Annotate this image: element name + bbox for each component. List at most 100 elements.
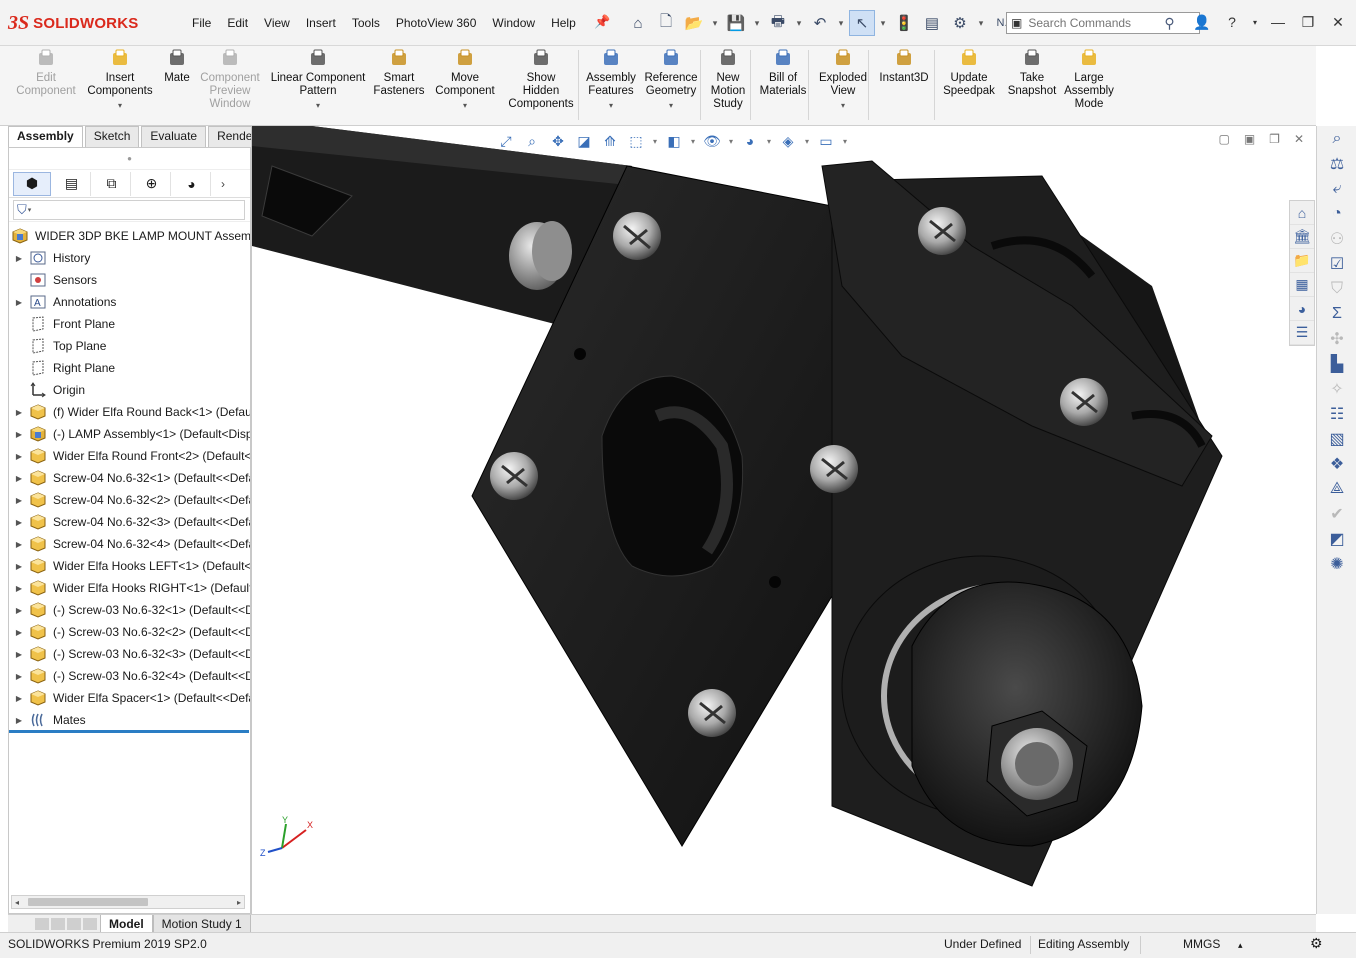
expand-arrow-icon[interactable]: ▶: [9, 452, 29, 461]
menu-window[interactable]: Window: [484, 14, 543, 32]
more-tabs-icon[interactable]: ›: [221, 177, 225, 191]
rs-costing-icon[interactable]: ⟁: [1317, 476, 1356, 501]
expand-arrow-icon[interactable]: ▶: [9, 254, 29, 263]
open-dropdown-icon[interactable]: ▾: [709, 10, 721, 36]
rs-checklist-icon[interactable]: ☷: [1317, 401, 1356, 426]
tp-custom-properties-icon[interactable]: ☰: [1290, 321, 1314, 345]
select-icon[interactable]: ↖: [849, 10, 875, 36]
display-style-icon[interactable]: ◧: [663, 131, 685, 151]
edit-component-button[interactable]: Edit Component: [8, 48, 84, 98]
large-assembly-button[interactable]: Large Assembly Mode: [1062, 48, 1116, 111]
ribbon-dropdown-icon[interactable]: ▾: [669, 99, 673, 112]
ribbon-dropdown-icon[interactable]: ▾: [609, 99, 613, 112]
search-icon[interactable]: ⚲: [1164, 15, 1174, 32]
rs-import-icon[interactable]: ⤶: [1317, 176, 1356, 201]
tree-horizontal-scrollbar[interactable]: ◂ ▸: [11, 895, 245, 909]
tree-node[interactable]: ▶ Wider Elfa Hooks LEFT<1> (Default<<Defa…: [9, 555, 250, 577]
options-icon[interactable]: ⚙: [947, 10, 973, 36]
save-icon[interactable]: 💾: [723, 10, 749, 36]
tree-node[interactable]: ▶ (-) Screw-03 No.6-32<4> (Default<<Defau…: [9, 665, 250, 687]
menu-edit[interactable]: Edit: [219, 14, 256, 32]
dimxpertmanager-tab[interactable]: ⊕: [133, 171, 171, 196]
tab-sketch[interactable]: Sketch: [84, 126, 140, 147]
expand-arrow-icon[interactable]: ▶: [9, 298, 29, 307]
rs-symmetry-icon[interactable]: ✧: [1317, 376, 1356, 401]
view-settings-icon[interactable]: ▭: [815, 131, 837, 151]
rs-balance-icon[interactable]: ⚖: [1317, 151, 1356, 176]
tab-model[interactable]: Model: [100, 915, 153, 932]
hide-show-items-icon[interactable]: 👁: [701, 131, 723, 151]
tab-prev-icon[interactable]: [51, 917, 65, 930]
select-dropdown-icon[interactable]: ▾: [877, 10, 889, 36]
configurationmanager-tab[interactable]: ⧉: [93, 171, 131, 196]
tree-node[interactable]: Sensors: [9, 269, 250, 291]
print-dropdown-icon[interactable]: ▾: [793, 10, 805, 36]
tree-node[interactable]: ▶ Screw-04 No.6-32<2> (Default<<Default>_…: [9, 489, 250, 511]
view-settings-dropdown-icon[interactable]: ▾: [841, 131, 849, 151]
menu-help[interactable]: Help: [543, 14, 584, 32]
customize-status-icon[interactable]: ⚙: [1310, 935, 1323, 952]
viewport-tile-icon[interactable]: ▣: [1244, 132, 1255, 146]
undo-icon[interactable]: ↶: [807, 10, 833, 36]
tree-node[interactable]: ▶ (f) Wider Elfa Round Back<1> (Default<<…: [9, 401, 250, 423]
apply-scene-dropdown-icon[interactable]: ▾: [803, 131, 811, 151]
scroll-thumb[interactable]: [28, 898, 148, 906]
expand-arrow-icon[interactable]: ▶: [9, 650, 29, 659]
expand-arrow-icon[interactable]: ▶: [9, 716, 29, 725]
expand-arrow-icon[interactable]: ▶: [9, 628, 29, 637]
tree-node[interactable]: ▶ History: [9, 247, 250, 269]
expand-arrow-icon[interactable]: ▶: [9, 672, 29, 681]
tree-node[interactable]: ▶ Mates: [9, 709, 250, 731]
assembly-features-button[interactable]: Assembly Features ▾: [584, 48, 638, 112]
rs-people-icon[interactable]: ⚇: [1317, 226, 1356, 251]
expand-arrow-icon[interactable]: ▶: [9, 584, 29, 593]
show-hidden-button[interactable]: Show Hidden Components: [504, 48, 578, 111]
tree-node[interactable]: ▶ (-) Screw-03 No.6-32<1> (Default<<Defau…: [9, 599, 250, 621]
edit-appearance-icon[interactable]: ◕: [739, 131, 761, 151]
filter-dropdown-icon[interactable]: ▾: [28, 206, 32, 214]
search-type-icon[interactable]: ▣: [1011, 16, 1022, 30]
tab-next-icon[interactable]: [67, 917, 81, 930]
filter-icon[interactable]: ⛉: [17, 202, 27, 218]
unit-system[interactable]: MMGS: [1183, 937, 1220, 951]
tp-design-library-icon[interactable]: 🏛: [1290, 225, 1314, 249]
help-icon[interactable]: ?: [1220, 10, 1244, 34]
zoom-to-area-icon[interactable]: ⌕: [521, 131, 543, 151]
new-document-icon[interactable]: 🗋: [653, 10, 679, 36]
expand-arrow-icon[interactable]: ▶: [9, 518, 29, 527]
menu-insert[interactable]: Insert: [298, 14, 344, 32]
tree-node[interactable]: Right Plane: [9, 357, 250, 379]
search-commands-box[interactable]: ▣ ⚲: [1006, 12, 1200, 34]
display-style-dropdown-icon[interactable]: ▾: [689, 131, 697, 151]
tp-view-palette-icon[interactable]: ▦: [1290, 273, 1314, 297]
tp-file-explorer-icon[interactable]: 📁: [1290, 249, 1314, 273]
scroll-left-icon[interactable]: ◂: [15, 898, 19, 907]
tree-node[interactable]: Top Plane: [9, 335, 250, 357]
tree-node[interactable]: ▶ Wider Elfa Hooks RIGHT<1> (Default<<Def…: [9, 577, 250, 599]
tree-root-assembly[interactable]: WIDER 3DP BKE LAMP MOUNT Assembly: [9, 225, 250, 247]
rs-sum-icon[interactable]: Σ: [1317, 301, 1356, 326]
section-view-icon[interactable]: ◪: [573, 131, 595, 151]
tab-last-icon[interactable]: [83, 917, 97, 930]
ribbon-dropdown-icon[interactable]: ▾: [118, 99, 122, 112]
expand-arrow-icon[interactable]: ▶: [9, 540, 29, 549]
open-icon[interactable]: 📂: [681, 10, 707, 36]
search-commands-input[interactable]: [1028, 16, 1159, 30]
tree-node[interactable]: ▶ Wider Elfa Round Front<2> (Default<<Def…: [9, 445, 250, 467]
menu-view[interactable]: View: [256, 14, 298, 32]
reference-geometry-button[interactable]: Reference Geometry ▾: [640, 48, 702, 112]
dynamic-annotation-icon[interactable]: ⟰: [599, 131, 621, 151]
featuremanager-tab[interactable]: ⬢: [13, 171, 51, 196]
expand-arrow-icon[interactable]: ▶: [9, 474, 29, 483]
menu-tools[interactable]: Tools: [344, 14, 388, 32]
linear-pattern-button[interactable]: Linear Component Pattern ▾: [266, 48, 370, 112]
ribbon-dropdown-icon[interactable]: ▾: [841, 99, 845, 112]
tree-node[interactable]: ▶ (-) Screw-03 No.6-32<2> (Default<<Defau…: [9, 621, 250, 643]
rs-check-icon[interactable]: ☑: [1317, 251, 1356, 276]
rs-simulation-icon[interactable]: ❖: [1317, 451, 1356, 476]
component-preview-button[interactable]: Component Preview Window: [196, 48, 264, 111]
zoom-to-fit-icon[interactable]: ⤢: [495, 131, 517, 151]
menu-photoview-360[interactable]: PhotoView 360: [388, 14, 485, 32]
rs-flow-icon[interactable]: ✺: [1317, 551, 1356, 576]
assembly-3d-model[interactable]: [252, 126, 1316, 914]
